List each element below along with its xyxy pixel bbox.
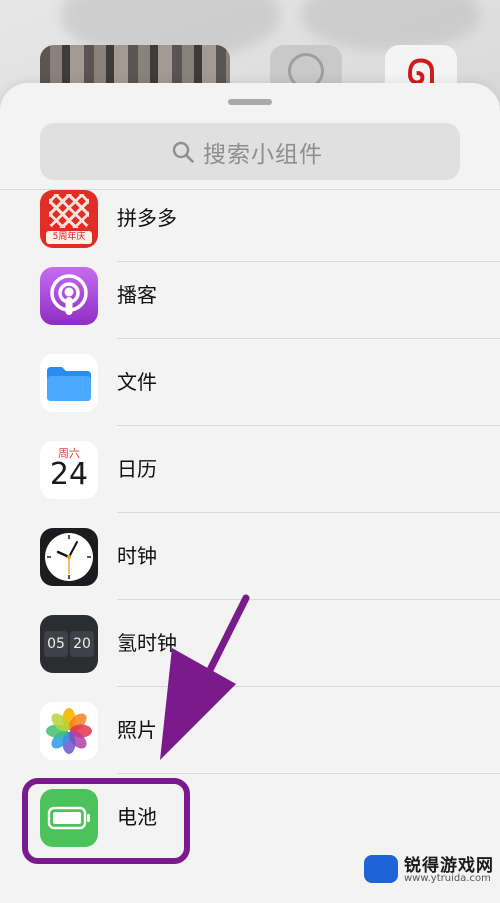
watermark-logo-icon: [364, 855, 398, 883]
arrow-annotation-icon: [160, 594, 250, 760]
watermark-url: www.ytruida.com: [404, 873, 491, 884]
watermark: 锐得游戏网 www.ytruida.com: [362, 848, 500, 889]
